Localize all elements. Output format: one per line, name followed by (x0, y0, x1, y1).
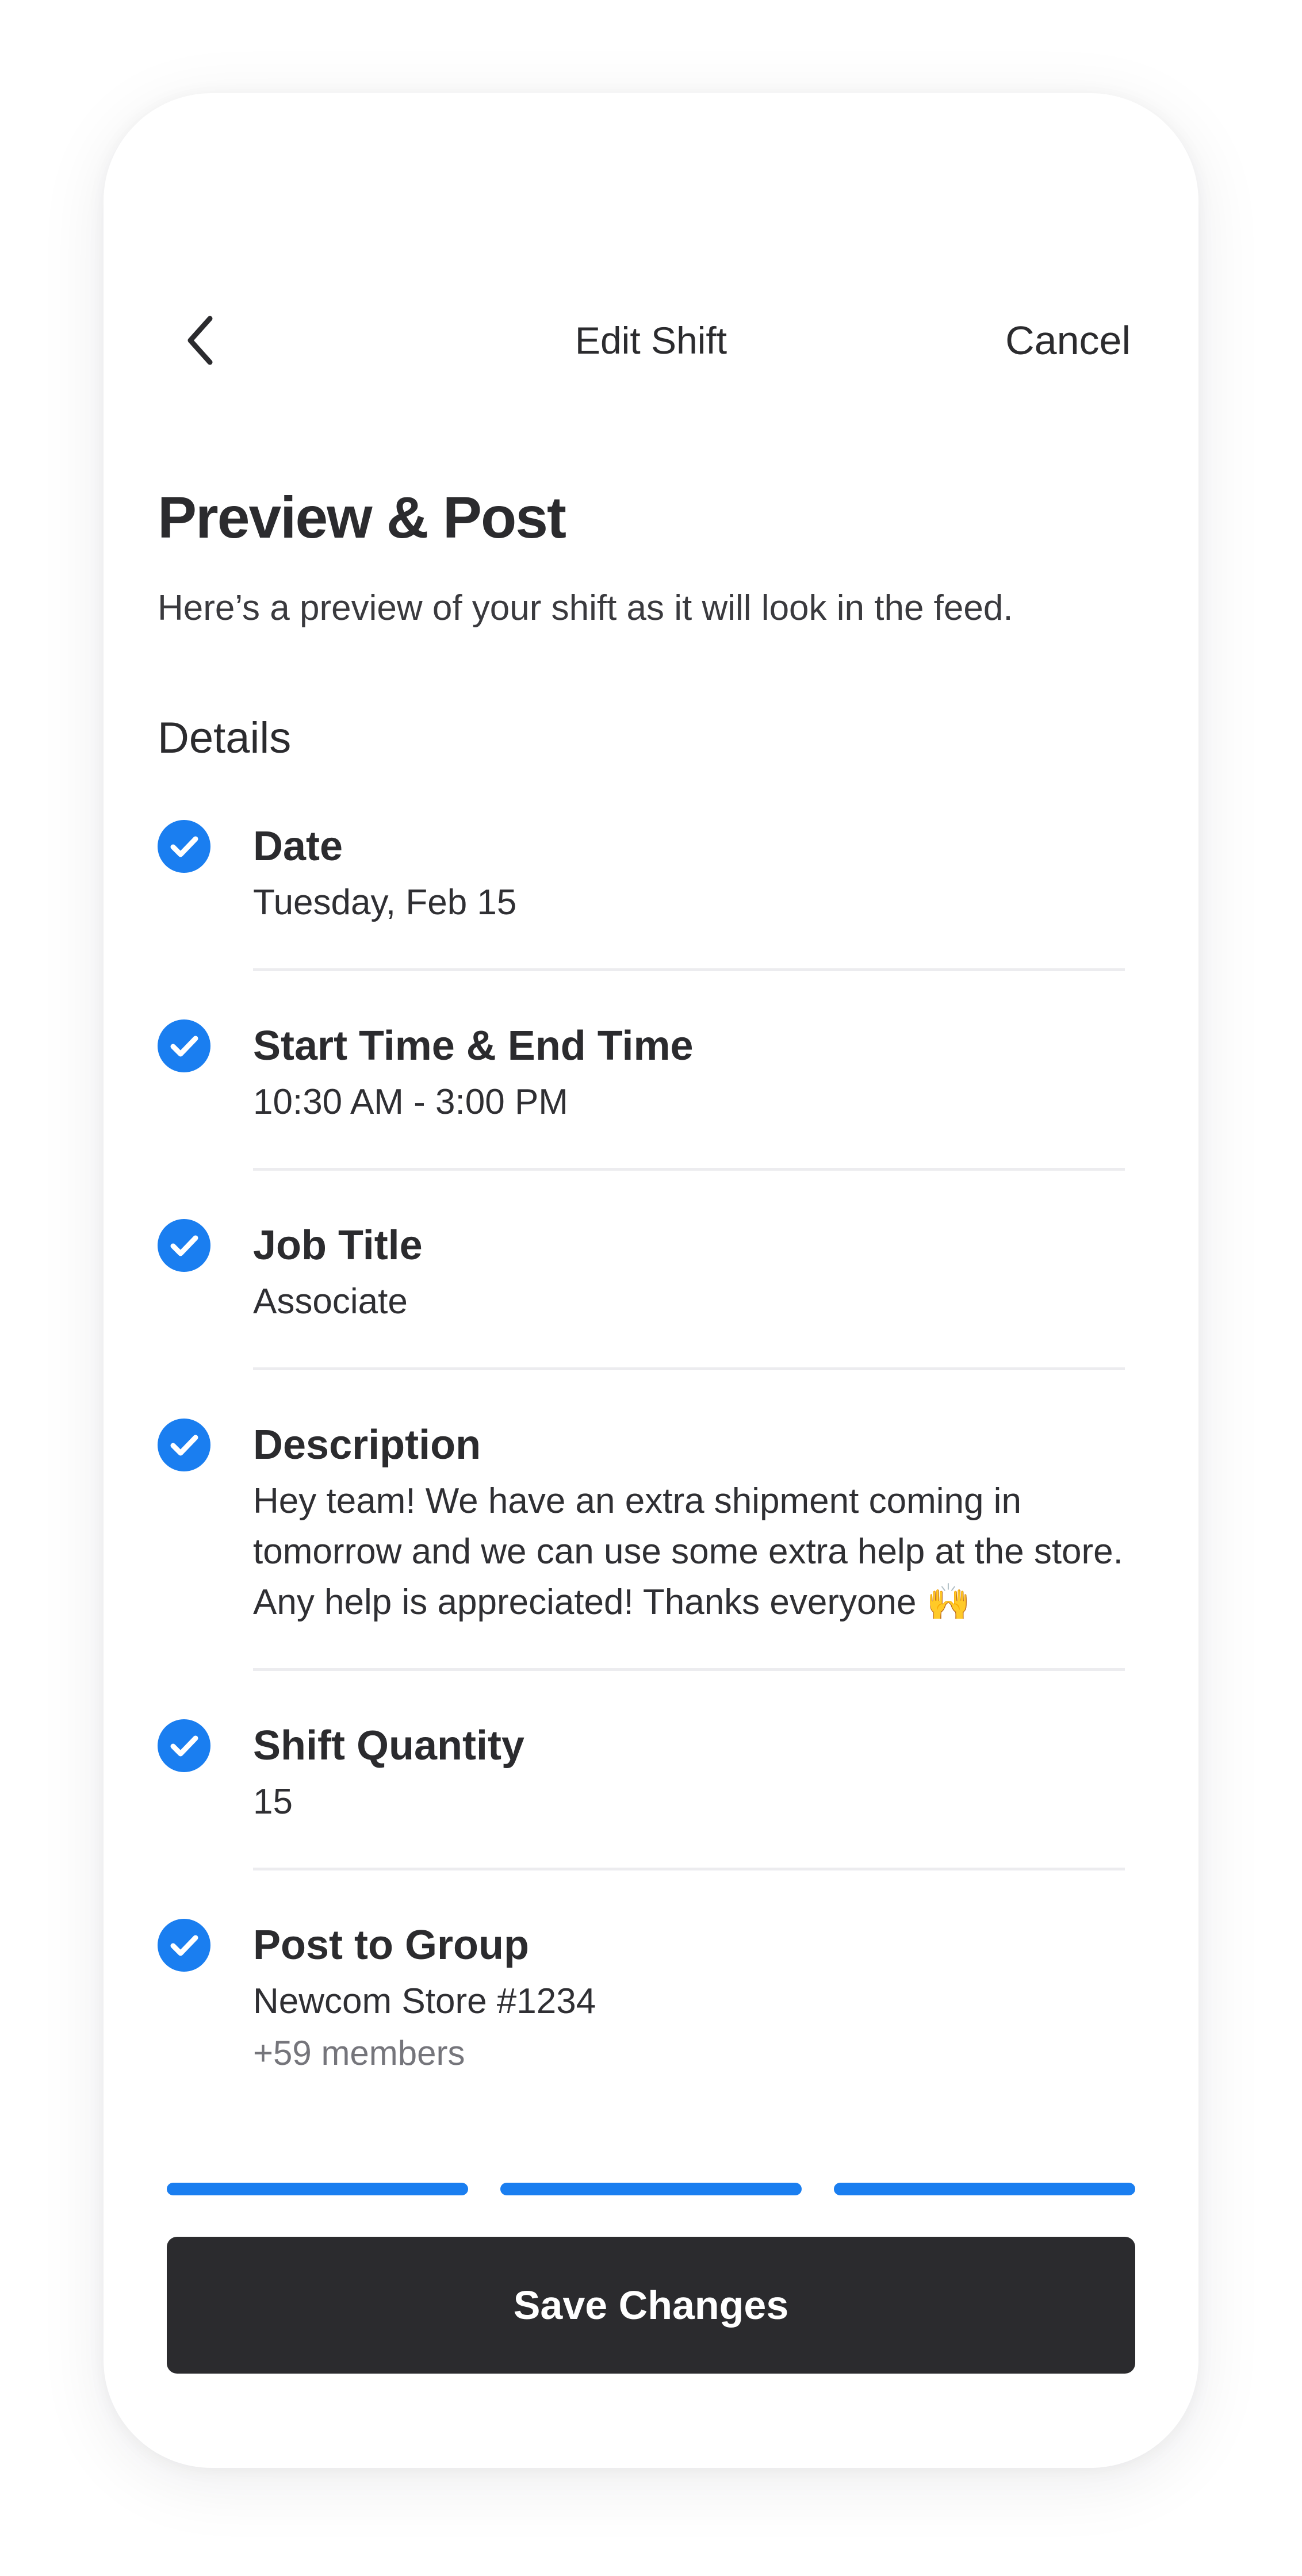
detail-value: Hey team! We have an extra shipment comi… (253, 1481, 1123, 1622)
check-circle-icon (158, 1219, 210, 1272)
detail-value: Newcom Store #1234 (253, 1981, 596, 2021)
details-list: Date Tuesday, Feb 15 Start Time & End Ti… (158, 818, 1125, 2080)
check-circle-icon (158, 1719, 210, 1772)
detail-value: Tuesday, Feb 15 (253, 883, 517, 922)
detail-item-job-title: Job Title Associate (158, 1217, 1125, 1327)
detail-item-date: Date Tuesday, Feb 15 (158, 818, 1125, 928)
nav-bar: Edit Shift Cancel (104, 306, 1198, 375)
detail-label: Post to Group (253, 1922, 529, 1968)
divider (253, 1868, 1125, 1870)
divider (253, 1367, 1125, 1370)
cancel-button[interactable]: Cancel (1005, 306, 1131, 375)
detail-label: Date (253, 823, 343, 869)
check-circle-icon (158, 1419, 210, 1471)
step-progress (167, 2183, 1135, 2195)
check-circle-icon (158, 1019, 210, 1072)
progress-step-1 (167, 2183, 468, 2195)
detail-item-time: Start Time & End Time 10:30 AM - 3:00 PM (158, 1017, 1125, 1128)
detail-label: Description (253, 1422, 481, 1468)
detail-label: Job Title (253, 1222, 423, 1268)
check-circle-icon (158, 1919, 210, 1972)
progress-step-3 (834, 2183, 1135, 2195)
detail-value: 15 (253, 1782, 293, 1822)
group-member-count: +59 members (253, 2034, 465, 2072)
detail-value: 10:30 AM - 3:00 PM (253, 1082, 568, 1122)
detail-item-post-to-group: Post to Group Newcom Store #1234 +59 mem… (158, 1916, 1125, 2080)
detail-item-shift-quantity: Shift Quantity 15 (158, 1717, 1125, 1827)
detail-label: Shift Quantity (253, 1723, 524, 1769)
page-title: Preview & Post (158, 485, 566, 550)
phone-screen: Edit Shift Cancel Preview & Post Here’s … (104, 93, 1198, 2468)
divider (253, 1668, 1125, 1671)
detail-label: Start Time & End Time (253, 1023, 694, 1069)
details-heading: Details (158, 714, 292, 762)
detail-value: Associate (253, 1282, 408, 1321)
check-circle-icon (158, 820, 210, 873)
detail-item-description: Description Hey team! We have an extra s… (158, 1416, 1125, 1628)
divider (253, 968, 1125, 971)
page-subtitle: Here’s a preview of your shift as it wil… (158, 588, 1013, 628)
divider (253, 1168, 1125, 1171)
save-changes-button[interactable]: Save Changes (167, 2237, 1135, 2374)
progress-step-2 (500, 2183, 802, 2195)
